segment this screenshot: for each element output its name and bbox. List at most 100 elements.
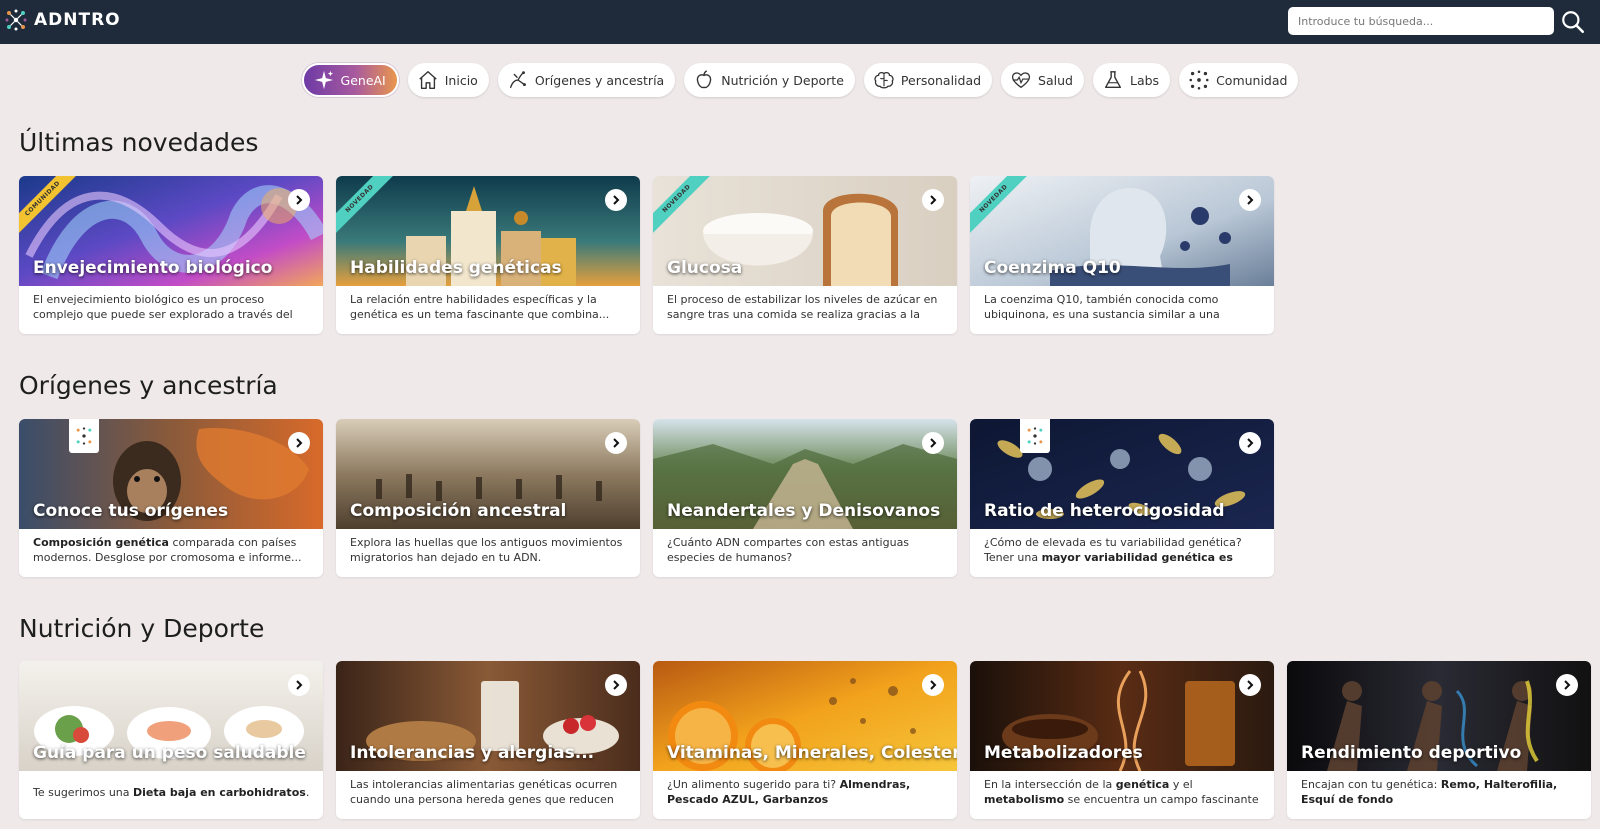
card-description: Explora las huellas que los antiguos mov… xyxy=(350,536,623,564)
card-title: Composición ancestral xyxy=(350,501,567,521)
nav-label: Personalidad xyxy=(900,72,982,88)
chevron-right-icon[interactable] xyxy=(922,432,944,454)
card-description: La relación entre habilidades específica… xyxy=(350,293,610,321)
brand-name: ADNTRO xyxy=(34,10,121,30)
card-neandertales[interactable]: Neandertales y Denisovanos ¿Cuánto ADN c… xyxy=(653,419,957,577)
card-description-strong: Composición genética xyxy=(33,536,169,549)
card-description: Te sugerimos una Dieta baja en carbohidr… xyxy=(33,785,311,800)
card-title: Neandertales y Denisovanos xyxy=(667,501,941,521)
card-description-text: . xyxy=(305,786,310,799)
community-icon xyxy=(76,427,92,445)
card-title: Coenzima Q10 xyxy=(984,258,1121,278)
nav-labs[interactable]: Labs xyxy=(1092,63,1171,97)
card-habilidades[interactable]: NOVEDAD Habilidades genéticas La relació… xyxy=(336,176,640,334)
card-title: Conoce tus orígenes xyxy=(33,501,229,521)
card-rendimiento[interactable]: Rendimiento deportivo Encajan con tu gen… xyxy=(1287,661,1591,819)
chevron-right-icon[interactable] xyxy=(288,189,310,211)
nav-inicio[interactable]: Inicio xyxy=(407,63,489,97)
card-description-text: Te sugerimos una xyxy=(33,786,133,799)
chevron-right-icon[interactable] xyxy=(922,674,944,696)
community-icon xyxy=(1189,70,1209,90)
card-description-text: Encajan con tu genética: xyxy=(1301,778,1441,791)
card-description-strong: genética xyxy=(1115,778,1170,791)
section-title-novedades: Últimas novedades xyxy=(19,128,259,157)
home-icon xyxy=(419,71,437,89)
card-description-text: En la intersección de la xyxy=(984,778,1116,791)
category-nav: GeneAI Inicio Orígenes y ancestría Nutri… xyxy=(0,63,1600,97)
search-input[interactable] xyxy=(1288,7,1554,35)
card-description: En la intersección de la genética y el m… xyxy=(984,777,1262,807)
chevron-right-icon[interactable] xyxy=(288,432,310,454)
nav-label: Comunidad xyxy=(1216,72,1288,88)
nav-origenes[interactable]: Orígenes y ancestría xyxy=(497,63,676,97)
card-description: ¿Cómo de elevada es tu variabilidad gené… xyxy=(984,535,1262,565)
card-title: Glucosa xyxy=(667,258,743,278)
heartbeat-icon xyxy=(1011,72,1031,89)
card-metabolizadores[interactable]: Metabolizadores En la intersección de la… xyxy=(970,661,1274,819)
card-title: Ratio de heterocigosidad xyxy=(984,501,1225,521)
adntro-logo-icon xyxy=(5,9,27,31)
community-badge xyxy=(1020,419,1050,453)
nav-label: Labs xyxy=(1129,72,1160,88)
brain-icon xyxy=(874,71,894,89)
card-description: ¿Un alimento sugerido para ti? Almendras… xyxy=(667,777,945,807)
card-vitaminas[interactable]: Vitaminas, Minerales, Colesterol ¿Un ali… xyxy=(653,661,957,819)
card-peso-saludable[interactable]: Guía para un peso saludable Te sugerimos… xyxy=(19,661,323,819)
card-glucosa[interactable]: NOVEDAD Glucosa El proceso de estabiliza… xyxy=(653,176,957,334)
nav-label: GeneAI xyxy=(340,72,386,88)
card-description-strong: metabolismo xyxy=(984,793,1065,806)
nav-nutricion[interactable]: Nutrición y Deporte xyxy=(684,63,855,97)
card-description-text: y el xyxy=(1169,778,1193,791)
card-coenzima[interactable]: NOVEDAD Coenzima Q10 La coenzima Q10, ta… xyxy=(970,176,1274,334)
card-description: Composición genética comparada con paíse… xyxy=(33,535,311,565)
card-envejecimiento[interactable]: COMUNIDAD Envejecimiento biológico El en… xyxy=(19,176,323,334)
chevron-right-icon[interactable] xyxy=(288,674,310,696)
chevron-right-icon[interactable] xyxy=(605,674,627,696)
card-title: Rendimiento deportivo xyxy=(1301,743,1522,763)
nav-label: Nutrición y Deporte xyxy=(721,72,844,88)
nav-salud[interactable]: Salud xyxy=(1001,63,1084,97)
chevron-right-icon[interactable] xyxy=(605,432,627,454)
row-novedades: COMUNIDAD Envejecimiento biológico El en… xyxy=(19,176,1274,334)
nav-label: Orígenes y ancestría xyxy=(534,72,665,88)
apple-icon xyxy=(696,70,712,89)
chevron-right-icon[interactable] xyxy=(1239,189,1261,211)
card-intolerancias[interactable]: Intolerancias y alergias... Las intolera… xyxy=(336,661,640,819)
nav-label: Salud xyxy=(1038,72,1073,88)
chevron-right-icon[interactable] xyxy=(605,189,627,211)
card-conoce-origenes[interactable]: Conoce tus orígenes Composición genética… xyxy=(19,419,323,577)
community-badge xyxy=(69,419,99,453)
section-title-origenes: Orígenes y ancestría xyxy=(19,371,278,400)
nav-comunidad[interactable]: Comunidad xyxy=(1179,63,1299,97)
card-title: Intolerancias y alergias... xyxy=(350,743,595,763)
chevron-right-icon[interactable] xyxy=(1239,674,1261,696)
chevron-right-icon[interactable] xyxy=(922,189,944,211)
card-title: Metabolizadores xyxy=(984,743,1143,763)
card-description: El proceso de estabilizar los niveles de… xyxy=(667,293,938,321)
card-title: Envejecimiento biológico xyxy=(33,258,273,278)
search-icon[interactable] xyxy=(1560,9,1586,35)
card-description: La coenzima Q10, también conocida como u… xyxy=(984,293,1220,321)
chevron-right-icon[interactable] xyxy=(1239,432,1261,454)
card-description: El envejecimiento biológico es un proces… xyxy=(33,293,293,321)
sparkle-icon xyxy=(314,70,333,90)
card-description-text: ¿Un alimento sugerido para ti? xyxy=(667,778,840,791)
nav-personalidad[interactable]: Personalidad xyxy=(863,63,993,97)
top-bar: ADNTRO xyxy=(0,0,1600,44)
card-description: Las intolerancias alimentarias genéticas… xyxy=(350,778,618,806)
brand-logo[interactable]: ADNTRO xyxy=(4,8,121,32)
nav-geneai[interactable]: GeneAI xyxy=(301,63,399,97)
card-title: Vitaminas, Minerales, Colesterol xyxy=(667,743,957,763)
card-title: Habilidades genéticas xyxy=(350,258,562,278)
card-description: Encajan con tu genética: Remo, Halterofi… xyxy=(1301,777,1579,807)
flask-icon xyxy=(1104,71,1122,89)
card-description-strong: Dieta baja en carbohidratos xyxy=(133,786,306,799)
card-heterocigosidad[interactable]: Ratio de heterocigosidad ¿Cómo de elevad… xyxy=(970,419,1274,577)
card-description: ¿Cuánto ADN compartes con estas antiguas… xyxy=(667,536,910,564)
row-nutricion: Guía para un peso saludable Te sugerimos… xyxy=(19,661,1591,819)
row-origenes: Conoce tus orígenes Composición genética… xyxy=(19,419,1274,577)
chevron-right-icon[interactable] xyxy=(1556,674,1578,696)
card-composicion-ancestral[interactable]: Composición ancestral Explora las huella… xyxy=(336,419,640,577)
ancestry-icon xyxy=(509,71,526,89)
section-title-nutricion: Nutrición y Deporte xyxy=(19,614,265,643)
